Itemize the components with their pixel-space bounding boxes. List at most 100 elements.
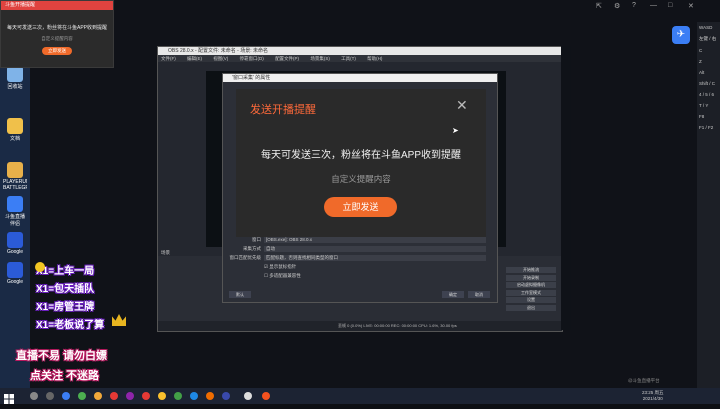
settings-icon[interactable]: ⚙: [614, 2, 620, 10]
keymap-item: F1 / F2: [699, 125, 714, 130]
douyu-logo-icon: ✈: [672, 26, 690, 44]
cancel-button[interactable]: 取消: [468, 291, 490, 298]
menu-scene-collection[interactable]: 场景集(S): [310, 56, 330, 61]
overlay-line-1: X1=上车一局: [36, 266, 95, 277]
menu-profile[interactable]: 配置文件(P): [275, 56, 299, 61]
keymap-panel: WASD 左键 / 右 C Z Alt Shift / C 4 / 5 / 6 …: [697, 22, 720, 388]
field-capture-method: 采集方式 自动: [227, 245, 493, 253]
menu-view[interactable]: 视图(V): [213, 56, 228, 61]
modal-message: 每天可发送三次，粉丝将在斗鱼APP收到提醒: [260, 150, 461, 161]
taskbar-app-icon[interactable]: [222, 392, 230, 400]
keymap-item: F8: [699, 114, 705, 119]
minimize-icon[interactable]: —: [650, 2, 657, 9]
taskbar-app-icon[interactable]: [62, 392, 70, 400]
capture-method-select[interactable]: 自动: [264, 245, 486, 252]
menu-tools[interactable]: 工具(T): [341, 56, 356, 61]
window-match-select[interactable]: 匹配标题，否则查找相同类型的窗口: [264, 254, 486, 261]
field-window: 窗口 [OBS.exe]: OBS 28.0.x: [227, 236, 493, 244]
keymap-item: 4 / 5 / 6: [699, 92, 715, 97]
modal-send-button[interactable]: 立即发送: [324, 197, 397, 217]
taskbar-app-icon[interactable]: [190, 392, 198, 400]
settings-button[interactable]: 设置: [506, 297, 556, 303]
desktop-icon-douyu[interactable]: 斗鱼直播伴侣: [3, 196, 27, 227]
defaults-button[interactable]: 默认: [229, 291, 251, 298]
taskbar-app-icon[interactable]: [126, 392, 134, 400]
properties-title: '窗口采集' 的属性: [223, 74, 497, 82]
mouse-cursor-icon: ➤: [452, 126, 459, 135]
menu-file[interactable]: 文件(F): [161, 56, 176, 61]
modal-close-icon[interactable]: ✕: [456, 97, 468, 114]
desktop-icon-google-2[interactable]: Google: [3, 262, 27, 285]
obs-status-bar: 丢帧 0 (0.0%) LIVE: 00:00:00 REC: 00:00:00…: [158, 321, 562, 331]
start-recording-button[interactable]: 开始录制: [506, 274, 556, 281]
obs-menu-bar: 文件(F) 编辑(E) 视图(V) 停靠窗口(D) 配置文件(P) 场景集(S)…: [158, 55, 562, 62]
properties-fields: 窗口 [OBS.exe]: OBS 28.0.x 采集方式 自动 窗口匹配优先级 匹配…: [227, 236, 493, 281]
taskbar-app-icon[interactable]: [78, 392, 86, 400]
taskbar-app-icon[interactable]: [158, 392, 166, 400]
google-icon: [7, 232, 23, 248]
notification-placeholder[interactable]: 自定义提醒内容: [1, 36, 113, 42]
overlay-line-3: X1=房管王牌: [36, 302, 95, 313]
obs-taskbar-icon[interactable]: [244, 392, 252, 400]
modal-title: 发送开播提醒: [250, 104, 316, 116]
notification-card: 斗鱼开播提醒 每天可发送三次，粉丝将在斗鱼APP收到提醒 自定义提醒内容 立即发…: [0, 0, 114, 68]
keymap-item: T / Y: [699, 103, 709, 108]
modal-custom-input[interactable]: 自定义提醒内容: [236, 173, 486, 185]
exit-button[interactable]: 退出: [506, 304, 556, 311]
ok-button[interactable]: 确定: [442, 291, 464, 298]
studio-mode-button[interactable]: 工作室模式: [506, 289, 556, 296]
close-icon[interactable]: ✕: [688, 2, 694, 10]
taskbar-app-icon[interactable]: [262, 392, 270, 400]
notification-send-button[interactable]: 立即发送: [42, 47, 72, 55]
keymap-item: C: [699, 48, 703, 53]
douyu-icon: [7, 196, 23, 212]
folder-icon: [7, 118, 23, 134]
task-view-icon[interactable]: [46, 392, 54, 400]
taskbar-app-icon[interactable]: [142, 392, 150, 400]
overlay-line-4: X1=老板说了算: [36, 320, 105, 331]
taskbar-app-icon[interactable]: [110, 392, 118, 400]
menu-docks[interactable]: 停靠窗口(D): [240, 56, 264, 61]
send-reminder-modal: 发送开播提醒 ✕ 每天可发送三次，粉丝将在斗鱼APP收到提醒 自定义提醒内容 立…: [236, 89, 486, 237]
notification-message: 每天可发送三次，粉丝将在斗鱼APP收到提醒: [6, 25, 107, 31]
recycle-bin-icon: [7, 66, 23, 82]
checkbox-multi-adapter[interactable]: ☐ 多适配器兼容性: [227, 272, 493, 280]
taskbar-app-icon[interactable]: [174, 392, 182, 400]
side-panel: [561, 46, 571, 330]
overlay-line-2: X1=包天插队: [36, 284, 95, 295]
windows-start-icon[interactable]: [4, 391, 14, 404]
obs-title: OBS 28.0.x - 配置文件: 未命名 - 场景: 未命名: [158, 47, 562, 55]
virtual-camera-button[interactable]: 启动虚拟摄像机: [506, 282, 556, 288]
window-select[interactable]: [OBS.exe]: OBS 28.0.x: [264, 236, 486, 243]
sun-icon: [35, 262, 45, 272]
watermark: @斗鱼直播平台: [628, 378, 660, 383]
taskbar: [0, 388, 720, 404]
menu-help[interactable]: 帮助(H): [367, 56, 382, 61]
search-icon[interactable]: [30, 392, 38, 400]
taskbar-app-icon[interactable]: [94, 392, 102, 400]
taskbar-clock[interactable]: 23:25 周五 2021/4/30: [642, 390, 664, 402]
controls-dock: 开始推流 开始录制 启动虚拟摄像机 工作室模式 设置 退出: [506, 267, 556, 312]
desktop-icon-google-1[interactable]: Google: [3, 232, 27, 255]
help-icon[interactable]: ?: [632, 2, 636, 9]
notification-title: 斗鱼开播提醒: [1, 1, 113, 10]
checkbox-cursor[interactable]: ☑ 显示鼠标指针: [227, 263, 493, 271]
pubg-icon: [7, 162, 23, 178]
field-window-match: 窗口匹配优先级 匹配标题，否则查找相同类型的窗口: [227, 254, 493, 262]
google-icon: [7, 262, 23, 278]
desktop-icon-recycle-bin[interactable]: 回收站: [3, 66, 27, 90]
overlay-slogan-2: 点关注 不迷路: [30, 370, 100, 382]
desktop-icon-docs[interactable]: 文档: [3, 118, 27, 142]
overlay-slogan-1: 直播不易 请勿白嫖: [16, 350, 108, 362]
menu-edit[interactable]: 编辑(E): [187, 56, 202, 61]
taskbar-app-icon[interactable]: [206, 392, 214, 400]
keymap-item: WASD: [699, 25, 713, 30]
keymap-item: Shift / C: [699, 81, 716, 86]
keymap-item: 左键 / 右: [699, 36, 717, 41]
keymap-item: Z: [699, 59, 702, 64]
share-icon[interactable]: ⇱: [596, 2, 602, 10]
start-streaming-button[interactable]: 开始推流: [506, 267, 556, 273]
maximize-icon[interactable]: □: [668, 2, 672, 9]
keymap-item: Alt: [699, 70, 705, 75]
desktop-icon-pubg[interactable]: PLAYERUNKNOWN'S BATTLEGROUNDS: [3, 162, 27, 193]
